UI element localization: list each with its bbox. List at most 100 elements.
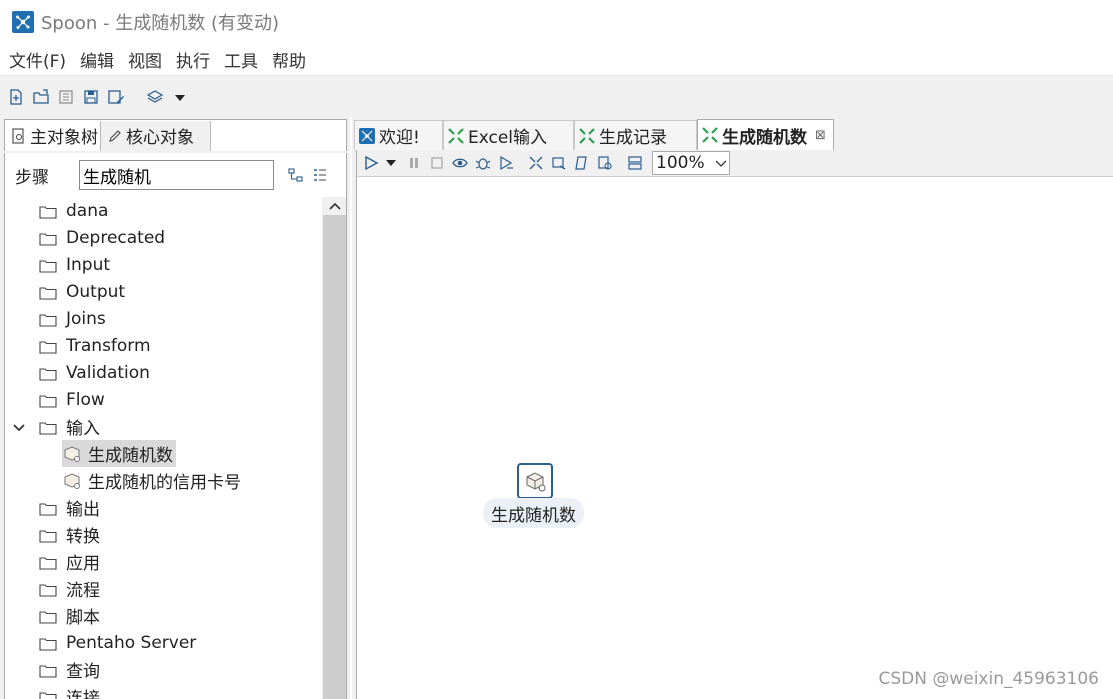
sql-icon[interactable] bbox=[573, 154, 591, 172]
tree-item-label: 脚本 bbox=[66, 608, 100, 628]
tree-folder-item[interactable]: 脚本 bbox=[39, 602, 100, 629]
pause-icon[interactable] bbox=[405, 154, 423, 172]
transformation-canvas[interactable]: 生成随机数 CSDN @weixin_45963106 bbox=[356, 176, 1113, 699]
save-as-icon[interactable] bbox=[105, 86, 127, 108]
watermark: CSDN @weixin_45963106 bbox=[878, 669, 1099, 689]
run-icon[interactable] bbox=[362, 154, 380, 172]
tab-main-tree-label: 主对象树 bbox=[30, 128, 98, 148]
tree-folder-item[interactable]: 应用 bbox=[39, 548, 100, 575]
editor-area: 欢迎! Excel输入 生成记录 生成随机数 ⊠ 100% 生成随机数 CSDN… bbox=[352, 117, 1113, 699]
folder-icon bbox=[39, 366, 57, 381]
tree-folder-item[interactable]: 输出 bbox=[39, 494, 100, 521]
impact-analysis-icon[interactable] bbox=[550, 154, 568, 172]
tree-item-label: Validation bbox=[66, 362, 150, 383]
spoon-app-icon bbox=[12, 11, 34, 33]
run-options-dropdown-icon[interactable] bbox=[382, 154, 400, 172]
tree-folder-item[interactable]: 流程 bbox=[39, 575, 100, 602]
collapse-tree-icon[interactable] bbox=[288, 167, 304, 183]
menu-view[interactable]: 视图 bbox=[128, 47, 162, 72]
tree-item-label: 连接 bbox=[66, 689, 100, 699]
menu-help[interactable]: 帮助 bbox=[272, 47, 306, 72]
tree-folder-item[interactable]: Pentaho Server bbox=[39, 629, 196, 656]
tree-folder-item[interactable]: Joins bbox=[39, 305, 106, 332]
editor-tab[interactable]: 欢迎! bbox=[354, 120, 443, 150]
tree-folder-item[interactable]: Validation bbox=[39, 359, 150, 386]
tree-scrollbar[interactable] bbox=[322, 197, 347, 699]
step-tree: dana Deprecated Input Output Joins Transform V… bbox=[4, 197, 322, 699]
tree-step-item[interactable]: 生成随机的信用卡号 bbox=[62, 467, 241, 494]
perspective-layers-icon[interactable] bbox=[144, 86, 166, 108]
menu-file[interactable]: 文件(F) bbox=[9, 47, 66, 72]
canvas-step-label[interactable]: 生成随机数 bbox=[483, 498, 584, 528]
menu-run[interactable]: 执行 bbox=[176, 47, 210, 72]
zoom-select[interactable]: 100% bbox=[652, 151, 730, 175]
folder-icon bbox=[39, 231, 57, 246]
left-panel: 主对象树 核心对象 步骤 dana Deprecated Input Output Jo… bbox=[0, 117, 350, 699]
folder-icon bbox=[39, 258, 57, 273]
save-icon[interactable] bbox=[80, 86, 102, 108]
tree-item-label: 流程 bbox=[66, 581, 100, 601]
folder-icon bbox=[39, 312, 57, 327]
show-results-icon[interactable] bbox=[626, 154, 644, 172]
tree-item-label: 输出 bbox=[66, 500, 100, 520]
expand-tree-icon[interactable] bbox=[312, 167, 328, 183]
transformation-icon bbox=[579, 127, 595, 144]
tree-item-label: 生成随机数 bbox=[88, 446, 173, 466]
menu-edit[interactable]: 编辑 bbox=[80, 47, 114, 72]
open-file-icon[interactable] bbox=[30, 86, 52, 108]
scrollbar-thumb[interactable] bbox=[323, 215, 346, 699]
folder-icon bbox=[39, 501, 57, 516]
tab-core-objects[interactable]: 核心对象 bbox=[100, 120, 211, 151]
new-file-icon[interactable] bbox=[5, 86, 27, 108]
step-search-row: 步骤 bbox=[4, 153, 347, 197]
transformation-icon bbox=[702, 127, 718, 143]
tree-folder-item[interactable]: 转换 bbox=[39, 521, 100, 548]
explore-repository-icon[interactable] bbox=[55, 86, 77, 108]
tree-folder-item[interactable]: 连接 bbox=[39, 683, 100, 699]
tree-item-label: 转换 bbox=[66, 527, 100, 547]
tree-item-label: Input bbox=[66, 254, 111, 275]
database-explore-icon[interactable] bbox=[596, 154, 614, 172]
spoon-icon bbox=[359, 127, 375, 144]
random-dice-icon bbox=[526, 472, 546, 492]
editor-tab[interactable]: Excel输入 bbox=[443, 120, 574, 150]
step-icon bbox=[62, 444, 82, 464]
verify-icon[interactable] bbox=[527, 154, 545, 172]
tree-item-label: Joins bbox=[66, 308, 106, 329]
tree-item-label: 应用 bbox=[66, 554, 100, 574]
editor-tab[interactable]: 生成随机数 ⊠ bbox=[697, 119, 834, 150]
editor-tab-label: 欢迎! bbox=[379, 128, 420, 148]
editor-tab[interactable]: 生成记录 bbox=[574, 120, 697, 150]
tab-main-tree[interactable]: 主对象树 bbox=[5, 121, 100, 151]
close-tab-icon[interactable]: ⊠ bbox=[815, 128, 826, 143]
tree-folder-item[interactable]: Transform bbox=[39, 332, 151, 359]
tree-folder-item[interactable]: Flow bbox=[39, 386, 105, 413]
editor-tab-label: 生成记录 bbox=[599, 128, 667, 148]
folder-icon bbox=[39, 663, 57, 678]
replay-icon[interactable] bbox=[497, 154, 515, 172]
pencil-icon bbox=[107, 128, 123, 144]
tree-folder-item[interactable]: dana bbox=[39, 197, 108, 224]
menu-tools[interactable]: 工具 bbox=[224, 47, 258, 72]
document-search-icon bbox=[11, 127, 27, 144]
tab-core-objects-label: 核心对象 bbox=[126, 128, 194, 148]
canvas-step-random-generator[interactable] bbox=[517, 463, 553, 499]
preview-eye-icon[interactable] bbox=[451, 154, 469, 172]
perspective-dropdown-icon[interactable] bbox=[169, 86, 191, 108]
folder-icon bbox=[39, 582, 57, 597]
tree-folder-item[interactable]: 查询 bbox=[39, 656, 100, 683]
step-search-input[interactable] bbox=[79, 160, 274, 190]
tree-folder-item[interactable]: Deprecated bbox=[39, 224, 165, 251]
tree-step-item[interactable]: 生成随机数 bbox=[62, 440, 176, 467]
folder-icon bbox=[39, 204, 57, 219]
step-icon bbox=[62, 471, 82, 491]
scroll-up-icon[interactable] bbox=[322, 197, 347, 215]
tree-folder-item[interactable]: Input bbox=[39, 251, 110, 278]
expand-chevron-icon[interactable] bbox=[12, 420, 26, 434]
folder-icon bbox=[39, 609, 57, 624]
debug-bug-icon[interactable] bbox=[474, 154, 492, 172]
stop-icon[interactable] bbox=[428, 154, 446, 172]
tree-folder-item[interactable]: 输入 bbox=[39, 413, 100, 440]
tree-folder-item[interactable]: Output bbox=[39, 278, 125, 305]
tree-item-label: Pentaho Server bbox=[66, 632, 197, 653]
